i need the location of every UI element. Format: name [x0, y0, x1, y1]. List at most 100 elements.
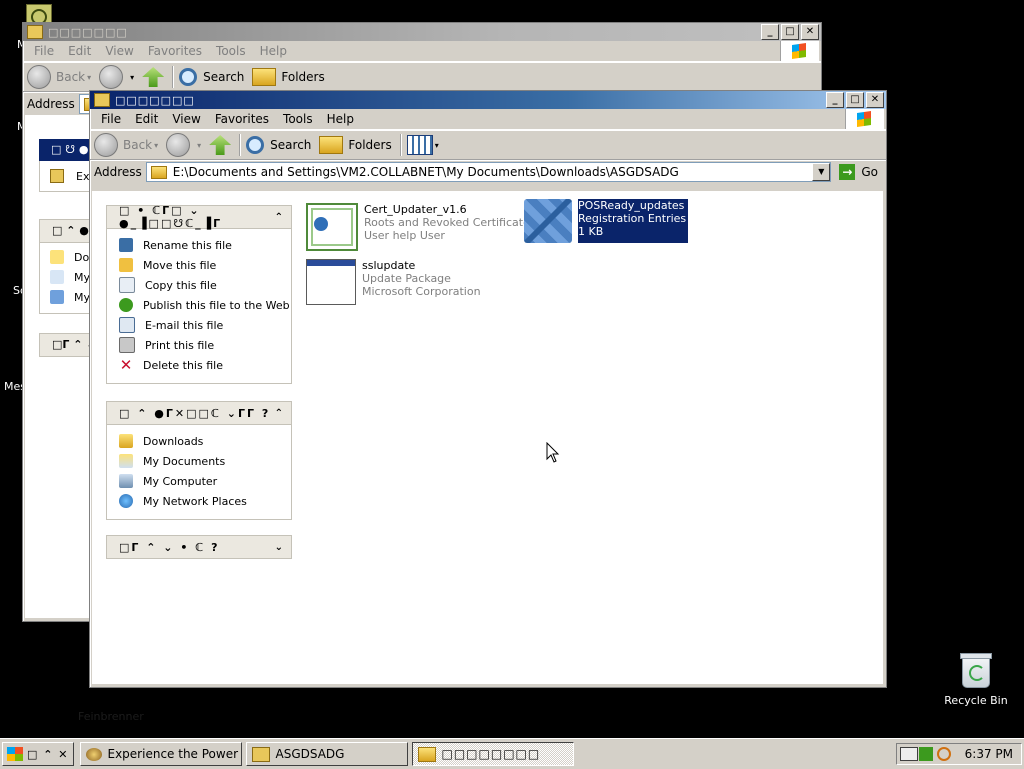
clock[interactable]: 6:37 PM: [965, 747, 1013, 761]
registry-icon: [524, 199, 572, 243]
file-type: Registration Entries: [578, 212, 687, 225]
my-documents-icon: [50, 270, 64, 284]
front-explorer-window[interactable]: □□□□□□□ _ □ ✕ File Edit View Favorites T…: [89, 90, 887, 688]
tray-search-icon[interactable]: [936, 747, 951, 761]
collapse-chevron-icon[interactable]: ⌃: [275, 212, 285, 223]
views-icon: [406, 135, 433, 155]
folders-button[interactable]: Folders: [252, 68, 325, 86]
folders-icon: [252, 68, 277, 86]
folders-icon: [319, 136, 344, 154]
task-copy[interactable]: Copy this file: [119, 275, 291, 295]
keyboard-icon[interactable]: [900, 747, 918, 761]
forward-button[interactable]: ▾: [166, 133, 201, 157]
menu-file[interactable]: File: [27, 44, 61, 58]
close-button[interactable]: ✕: [801, 24, 819, 40]
taskbar-button-active-explorer[interactable]: □□□□□□□□: [411, 742, 574, 766]
search-button[interactable]: Search: [246, 136, 311, 154]
windows-flag-icon: [7, 747, 23, 761]
other-places-body: Downloads My Documents My Computer My Ne…: [106, 425, 292, 520]
menu-edit[interactable]: Edit: [128, 112, 165, 126]
front-window-addressbar: Address E:\Documents and Settings\VM2.CO…: [90, 160, 886, 183]
start-button[interactable]: □ ⌃ ✕: [2, 742, 74, 766]
menu-tools[interactable]: Tools: [276, 112, 320, 126]
extract-icon: [50, 169, 64, 183]
taskbar-button-browser[interactable]: Experience the Power of ...: [79, 742, 242, 766]
windows-logo-icon: [845, 109, 884, 129]
folders-button[interactable]: Folders: [319, 136, 392, 154]
forward-button[interactable]: ▾: [99, 65, 134, 89]
views-button[interactable]: ▾: [406, 135, 439, 155]
back-button[interactable]: Back ▾: [27, 65, 91, 89]
place-my-documents[interactable]: My Documents: [119, 451, 291, 471]
tray-status-icon[interactable]: [918, 747, 933, 761]
address-dropdown-button[interactable]: ▼: [812, 163, 831, 181]
close-button[interactable]: ✕: [866, 92, 884, 108]
task-move[interactable]: Move this file: [119, 255, 291, 275]
copy-icon: [119, 277, 135, 293]
menu-file[interactable]: File: [94, 112, 128, 126]
file-item-cert-updater[interactable]: Cert_Updater_v1.6 Roots and Revoked Cert…: [306, 203, 540, 251]
details-header[interactable]: □Γ ⌃ ⌄ • ℂ ? ⌄: [106, 535, 292, 559]
menu-help[interactable]: Help: [253, 44, 294, 58]
details-pane: □Γ ⌃ ⌄ • ℂ ? ⌄: [106, 535, 292, 559]
up-button[interactable]: [209, 135, 232, 155]
file-tasks-pane: □ • ℂΓ□ ⌄ ●_▐□□☋ℂ_▐Γ ⌃ Rename this file …: [106, 204, 292, 384]
menu-view[interactable]: View: [165, 112, 207, 126]
front-window-title: □□□□□□□: [115, 93, 195, 107]
back-arrow-icon: [27, 65, 51, 89]
publish-icon: [119, 298, 133, 312]
task-delete[interactable]: ✕ Delete this file: [119, 355, 291, 375]
search-icon: [246, 136, 265, 154]
file-size: 1 KB: [578, 225, 604, 238]
search-icon: [179, 68, 198, 86]
file-type: Roots and Revoked Certificate...: [364, 216, 541, 229]
file-tasks-body: Rename this file Move this file Copy thi…: [106, 229, 292, 384]
back-button[interactable]: Back ▾: [94, 133, 158, 157]
recycle-bin[interactable]: Recycle Bin: [944, 653, 1008, 707]
menu-tools[interactable]: Tools: [209, 44, 253, 58]
back-window-titlebar[interactable]: □□□□□□□ _ □ ✕: [23, 23, 821, 41]
menu-favorites[interactable]: Favorites: [141, 44, 209, 58]
place-network[interactable]: My Network Places: [119, 491, 291, 511]
menu-help[interactable]: Help: [320, 112, 361, 126]
faded-wallpaper-text: Feinbrenner: [78, 710, 144, 723]
file-tasks-header[interactable]: □ • ℂΓ□ ⌄ ●_▐□□☋ℂ_▐Γ ⌃: [106, 204, 292, 230]
task-email[interactable]: E-mail this file: [119, 315, 291, 335]
go-button[interactable]: → Go: [835, 164, 882, 180]
address-value: E:\Documents and Settings\VM2.COLLABNET\…: [172, 165, 679, 179]
file-company: Microsoft Corporation: [362, 285, 481, 298]
minimize-button[interactable]: _: [826, 92, 844, 108]
back-window-toolbar: Back ▾ ▾ Search Folders: [23, 62, 821, 92]
file-item-posready[interactable]: POSReady_updates Registration Entries 1 …: [524, 199, 689, 243]
windows-logo-icon: [780, 41, 819, 61]
task-rename[interactable]: Rename this file: [119, 235, 291, 255]
other-places-header[interactable]: □ ⌃ ●Γ✕□□ℂ ⌄ΓΓ ? ⌃: [106, 401, 292, 425]
collapse-chevron-icon[interactable]: ⌃: [275, 408, 285, 419]
place-my-computer[interactable]: My Computer: [119, 471, 291, 491]
menu-edit[interactable]: Edit: [61, 44, 98, 58]
place-downloads[interactable]: Downloads: [119, 431, 291, 451]
taskbar-button-asgdsadg[interactable]: ASGDSADG: [245, 742, 408, 766]
update-package-icon: [306, 259, 356, 305]
up-button[interactable]: [142, 67, 165, 87]
task-publish[interactable]: Publish this file to the Web: [119, 295, 291, 315]
maximize-button[interactable]: □: [781, 24, 799, 40]
folder-icon: [27, 25, 43, 39]
address-label: Address: [94, 165, 142, 179]
expand-chevron-icon[interactable]: ⌄: [275, 542, 285, 553]
address-field[interactable]: E:\Documents and Settings\VM2.COLLABNET\…: [145, 162, 832, 182]
file-name: POSReady_updates: [578, 199, 685, 212]
front-window-titlebar[interactable]: □□□□□□□ _ □ ✕: [90, 91, 886, 109]
forward-arrow-icon: [99, 65, 124, 89]
maximize-button[interactable]: □: [846, 92, 864, 108]
menu-favorites[interactable]: Favorites: [208, 112, 276, 126]
search-button[interactable]: Search: [179, 68, 244, 86]
recycle-bin-icon: [960, 653, 992, 688]
up-folder-icon: [142, 67, 165, 87]
certificate-icon: [306, 203, 358, 251]
folder-icon: [50, 250, 64, 264]
file-item-sslupdate[interactable]: sslupdate Update Package Microsoft Corpo…: [306, 259, 481, 305]
minimize-button[interactable]: _: [761, 24, 779, 40]
menu-view[interactable]: View: [98, 44, 140, 58]
task-print[interactable]: Print this file: [119, 335, 291, 355]
